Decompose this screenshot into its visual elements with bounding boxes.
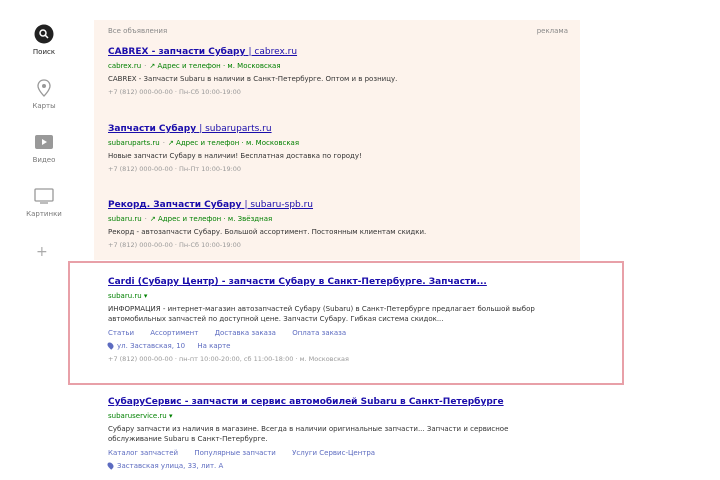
search-icon	[34, 24, 54, 44]
ad-result-1-domain: | cabrex.ru	[248, 47, 298, 57]
ad-result-3-snippet: Рекорд - автозапчасти Субару. Большой ас…	[108, 228, 427, 236]
ads-hint[interactable]: реклама	[537, 27, 568, 35]
chevron-down-icon[interactable]: ▾	[169, 412, 173, 420]
ad-result-1: СABREX - запчасти Субару | cabrex.ru cab…	[108, 46, 578, 97]
service-search[interactable]: Поиск	[14, 24, 74, 56]
ad-result-1-url[interactable]: cabrex.ru	[108, 62, 141, 70]
ad-result-3-extra[interactable]: Адрес и телефон · м. Звёздная	[158, 215, 272, 223]
ad-result-2-domain: | subaruparts.ru	[199, 124, 272, 134]
organic-result-title[interactable]: СубаруСервис - запчасти и сервис автомоб…	[108, 396, 558, 408]
arrow-icon: ↗	[167, 139, 174, 147]
highlighted-result-address[interactable]: ул. Заставская, 10	[117, 342, 185, 350]
ads-header[interactable]: Все объявления	[108, 27, 167, 35]
highlighted-result-address-row: ул. Заставская, 10 На карте	[106, 341, 558, 351]
organic-result-sitelinks: Каталог запчастей Популярные запчасти Ус…	[108, 448, 558, 458]
ad-result-2-title-text: Запчасти Субару	[108, 124, 197, 134]
ad-result-2-title[interactable]: Запчасти Субару | subaruparts.ru	[108, 123, 578, 135]
ad-result-2-url-row: subaruparts.ru · ↗ Адрес и телефон · м. Мо…	[108, 139, 300, 147]
map-pin-icon	[106, 461, 115, 470]
image-icon	[34, 188, 54, 204]
highlighted-result-title[interactable]: Cardi (Субару Центр) - запчасти Субару в…	[108, 276, 558, 288]
highlighted-result-snippet: ИНФОРМАЦИЯ - интернет-магазин автозапчас…	[108, 305, 535, 323]
ad-result-3-title[interactable]: Рекорд. Запчасти Субару | subaru-spb.ru	[108, 199, 578, 211]
ad-result-1-title[interactable]: СABREX - запчасти Субару | cabrex.ru	[108, 46, 578, 58]
ad-result-2-url[interactable]: subaruparts.ru	[108, 139, 160, 147]
ad-result-2-snippet: Новые запчасти Субару в наличии! Бесплат…	[108, 152, 362, 160]
organic-result-url[interactable]: subaruservice.ru	[108, 412, 167, 420]
service-images-label: Картинки	[26, 210, 62, 218]
ad-result-2-extra[interactable]: Адрес и телефон · м. Московская	[176, 139, 299, 147]
ad-result-1-title-text: СABREX - запчасти Субару	[108, 47, 246, 57]
ad-result-2-meta: +7 (812) 000-00-00 · Пн-Пт 10:00-19:00	[108, 165, 242, 173]
service-search-label: Поиск	[32, 48, 56, 56]
highlighted-result: Cardi (Субару Центр) - запчасти Субару в…	[106, 276, 558, 364]
sitelink-payment[interactable]: Оплата заказа	[292, 329, 346, 337]
map-pin-icon	[106, 341, 115, 350]
organic-result-snippet: Субару запчасти из наличия в магазине. В…	[108, 425, 509, 443]
highlighted-result-map-link[interactable]: На карте	[197, 342, 230, 350]
sitelink-service[interactable]: Услуги Сервис-Центра	[292, 449, 375, 457]
sitelink-delivery[interactable]: Доставка заказа	[215, 329, 276, 337]
ad-result-1-url-row: cabrex.ru · ↗ Адрес и телефон · м. Московс…	[108, 62, 281, 70]
organic-result-address-row: Заставская улица, 33, лит. А	[106, 461, 558, 471]
ad-result-3-url[interactable]: subaru.ru	[108, 215, 142, 223]
ad-result-2: Запчасти Субару | subaruparts.ru subarup…	[108, 123, 578, 174]
highlighted-result-url[interactable]: subaru.ru	[108, 292, 142, 300]
map-pin-icon	[37, 79, 51, 97]
service-video-label: Видео	[32, 156, 56, 164]
services-rail: Поиск Карты Видео Картинки +	[0, 0, 88, 480]
ad-result-1-meta: +7 (812) 000-00-00 · Пн-Сб 10:00-19:00	[108, 88, 241, 96]
ad-result-3-url-row: subaru.ru · ↗ Адрес и телефон · м. Звёздна…	[108, 215, 273, 223]
organic-result-address[interactable]: Заставская улица, 33, лит. А	[117, 462, 223, 470]
video-icon	[35, 135, 53, 149]
ad-result-3: Рекорд. Запчасти Субару | subaru-spb.ru …	[108, 199, 578, 250]
sitelink-catalog[interactable]: Каталог запчастей	[108, 449, 178, 457]
chevron-down-icon[interactable]: ▾	[144, 292, 148, 300]
sitelink-articles[interactable]: Статьи	[108, 329, 134, 337]
ad-result-1-snippet: CABREX - Запчасти Subaru в наличии в Сан…	[108, 75, 398, 83]
arrow-icon: ↗	[149, 215, 156, 223]
ad-result-3-meta: +7 (812) 000-00-00 · Пн-Сб 10:00-19:00	[108, 241, 241, 249]
service-video[interactable]: Видео	[14, 132, 74, 164]
organic-result: СубаруСервис - запчасти и сервис автомоб…	[106, 396, 558, 471]
sitelink-assortment[interactable]: Ассортимент	[150, 329, 198, 337]
highlighted-result-url-row: subaru.ru ▾	[108, 291, 558, 302]
ad-result-3-domain: | subaru-spb.ru	[244, 200, 314, 210]
organic-result-url-row: subaruservice.ru ▾	[108, 411, 558, 422]
ad-result-1-extra[interactable]: Адрес и телефон · м. Московская	[158, 62, 281, 70]
ad-result-3-title-text: Рекорд. Запчасти Субару	[108, 200, 242, 210]
highlighted-result-sitelinks: Статьи Ассортимент Доставка заказа Оплат…	[108, 328, 558, 338]
highlighted-result-meta: +7 (812) 000-00-00 · пн-пт 10:00-20:00, …	[108, 355, 349, 363]
service-maps-label: Карты	[32, 102, 56, 110]
more-services-icon[interactable]: +	[36, 244, 48, 260]
arrow-icon: ↗	[149, 62, 156, 70]
service-maps[interactable]: Карты	[14, 78, 74, 110]
sitelink-popular[interactable]: Популярные запчасти	[194, 449, 276, 457]
service-images[interactable]: Картинки	[14, 186, 74, 218]
